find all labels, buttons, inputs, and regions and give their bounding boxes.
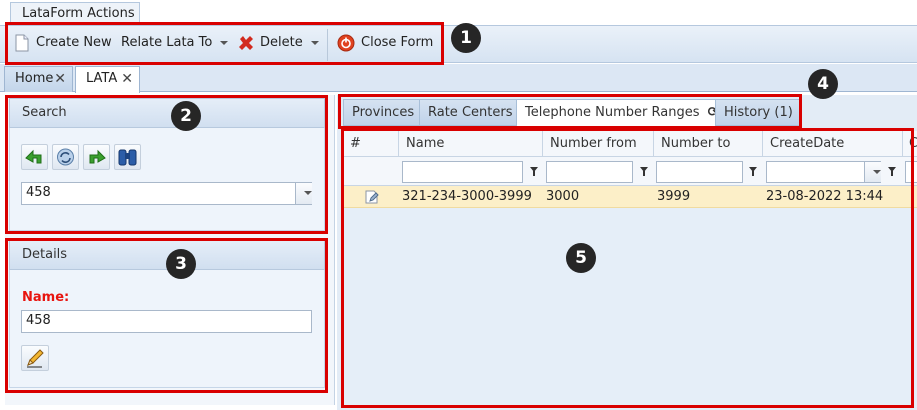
annotation-badge-1: 1 xyxy=(451,23,481,53)
annotation-badge-3: 3 xyxy=(166,249,196,279)
tab-home[interactable]: Home ✕ xyxy=(4,66,73,92)
annotation-badge-2: 2 xyxy=(171,101,201,131)
annotation-box-toolbar xyxy=(5,22,444,65)
annotation-box-search xyxy=(5,95,328,234)
annotation-badge-5: 5 xyxy=(566,243,596,273)
close-icon[interactable]: ✕ xyxy=(121,67,133,91)
annotation-box-grid xyxy=(341,128,914,408)
tab-lata[interactable]: LATA ✕ xyxy=(75,66,140,93)
tab-home-label: Home xyxy=(15,71,54,86)
annotation-badge-4: 4 xyxy=(808,69,838,99)
tab-lata-label: LATA xyxy=(86,71,118,86)
annotation-box-tabs xyxy=(338,94,802,129)
close-icon[interactable]: ✕ xyxy=(54,67,66,91)
